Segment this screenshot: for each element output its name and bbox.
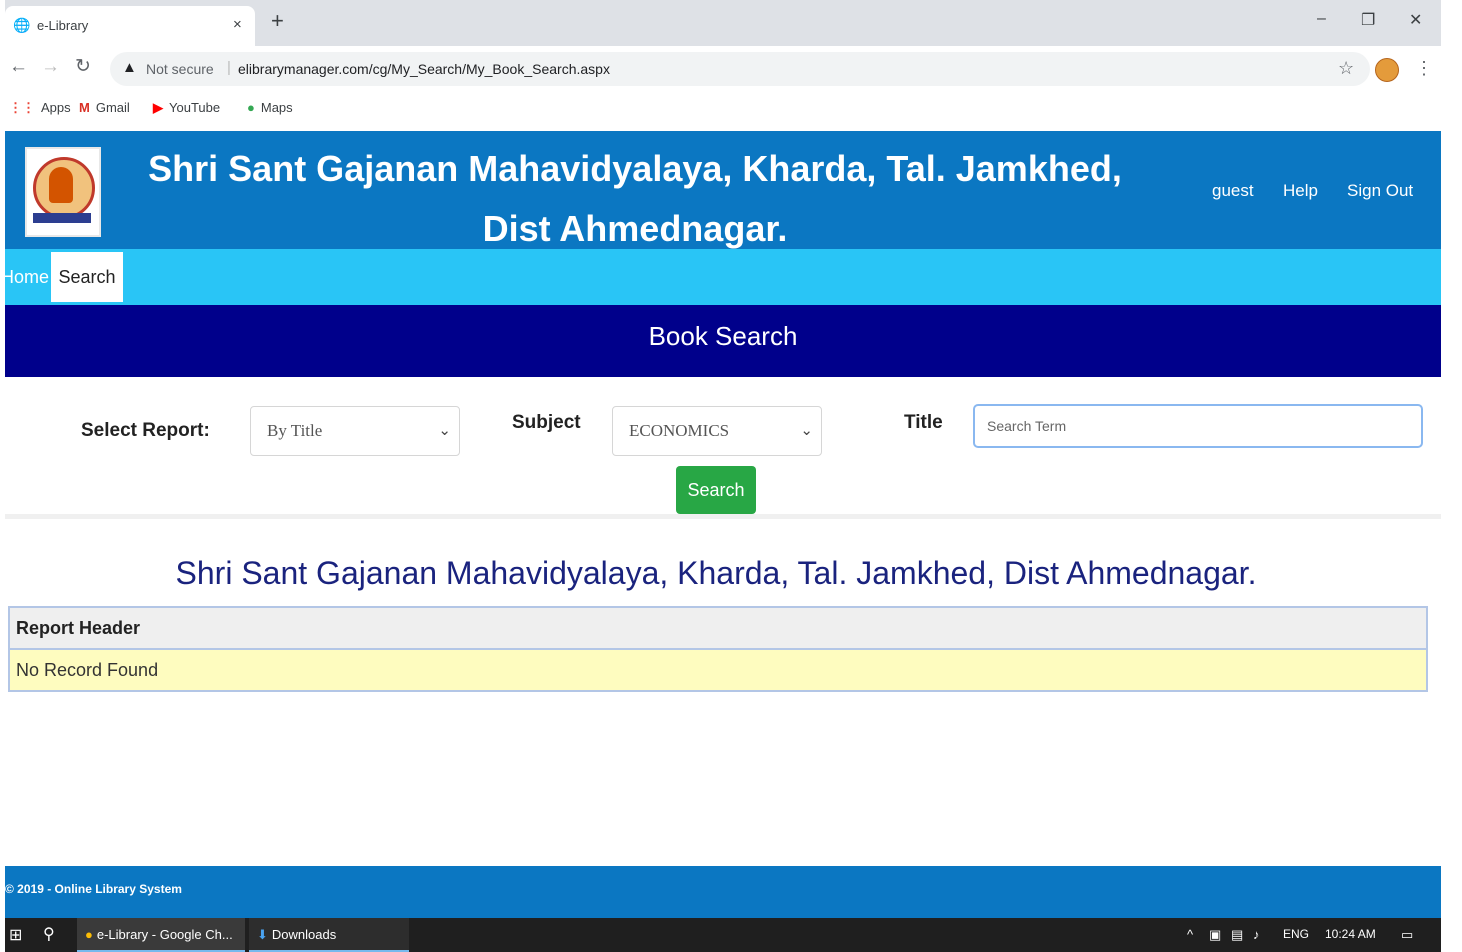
not-secure-label: Not secure bbox=[146, 61, 214, 77]
browser-toolbar: ← → ↻ ▲ Not secure | elibrarymanager.com… bbox=[5, 46, 1441, 92]
chevron-down-icon: ⌄ bbox=[438, 422, 451, 439]
site-title: Shri Sant Gajanan Mahavidyalaya, Kharda,… bbox=[148, 148, 1122, 249]
browser-window: 🌐 e-Library × + – ❐ ✕ ← → ↻ ▲ Not secure… bbox=[5, 0, 1441, 952]
page-heading-bar: Book Search bbox=[5, 305, 1441, 377]
report-table: Report Header No Record Found bbox=[8, 606, 1428, 692]
new-tab-button[interactable]: + bbox=[271, 10, 284, 32]
apps-grid-icon: ⋮⋮ bbox=[9, 100, 35, 115]
search-term-input[interactable] bbox=[973, 404, 1423, 448]
minimize-button[interactable]: – bbox=[1317, 10, 1326, 28]
browser-tab[interactable]: 🌐 e-Library × bbox=[5, 6, 255, 46]
select-report-dropdown[interactable]: By Title ⌄ bbox=[250, 406, 460, 456]
forward-arrow-icon[interactable]: → bbox=[41, 57, 60, 77]
bookmarks-bar: ⋮⋮ Apps M Gmail ▶ YouTube ● Maps bbox=[5, 92, 1441, 124]
bookmark-apps[interactable]: ⋮⋮ Apps bbox=[9, 100, 71, 116]
tab-title: e-Library bbox=[37, 18, 89, 33]
separator: | bbox=[227, 59, 231, 76]
windows-taskbar: ⊞ ⚲ ● e-Library - Google Ch... ⬇ Downloads… bbox=[5, 918, 1441, 952]
bookmark-gmail[interactable]: M Gmail bbox=[79, 100, 130, 115]
guest-link[interactable]: guest bbox=[1212, 181, 1254, 201]
download-arrow-icon: ⬇ bbox=[257, 927, 268, 942]
close-window-button[interactable]: ✕ bbox=[1409, 10, 1422, 30]
tab-close-icon[interactable]: × bbox=[233, 16, 242, 33]
college-logo bbox=[25, 147, 101, 237]
report-header: Report Header bbox=[10, 608, 1426, 650]
volume-icon[interactable]: ♪ bbox=[1253, 927, 1260, 942]
help-link[interactable]: Help bbox=[1283, 181, 1318, 201]
gmail-icon: M bbox=[79, 100, 90, 115]
bookmark-maps[interactable]: ● Maps bbox=[247, 100, 293, 115]
title-label: Title bbox=[904, 412, 943, 433]
select-report-value: By Title bbox=[267, 421, 323, 440]
site-header: Shri Sant Gajanan Mahavidyalaya, Kharda,… bbox=[5, 131, 1441, 249]
site-footer: © 2019 - Online Library System bbox=[5, 866, 1441, 918]
subject-value: ECONOMICS bbox=[629, 421, 730, 440]
maps-pin-icon: ● bbox=[247, 100, 255, 115]
footer-copyright: © 2019 - Online Library System bbox=[5, 882, 182, 896]
section-divider bbox=[5, 514, 1441, 519]
youtube-icon: ▶ bbox=[153, 100, 163, 115]
bookmark-star-icon[interactable]: ☆ bbox=[1338, 58, 1354, 79]
tray-app-icon[interactable]: ▣ bbox=[1209, 927, 1221, 943]
search-button[interactable]: Search bbox=[676, 466, 756, 514]
main-menu: Home Search bbox=[5, 249, 1441, 305]
sign-out-link[interactable]: Sign Out bbox=[1347, 181, 1413, 201]
tray-chevron-up-icon[interactable]: ^ bbox=[1187, 927, 1193, 942]
menu-item-search[interactable]: Search bbox=[51, 252, 123, 302]
reload-icon[interactable]: ↻ bbox=[75, 57, 91, 77]
search-icon[interactable]: ⚲ bbox=[43, 924, 55, 944]
subject-label: Subject bbox=[512, 412, 581, 433]
select-report-label: Select Report: bbox=[81, 420, 210, 441]
windows-start-icon[interactable]: ⊞ bbox=[9, 925, 22, 945]
language-indicator[interactable]: ENG bbox=[1283, 927, 1309, 941]
url-text[interactable]: elibrarymanager.com/cg/My_Search/My_Book… bbox=[238, 61, 610, 77]
logo-banner bbox=[33, 213, 91, 223]
globe-icon: 🌐 bbox=[13, 17, 31, 33]
taskbar-chrome-item[interactable]: ● e-Library - Google Ch... bbox=[77, 918, 245, 952]
notification-icon[interactable]: ▭ bbox=[1401, 927, 1413, 943]
taskbar-downloads-item[interactable]: ⬇ Downloads bbox=[249, 918, 409, 952]
address-bar[interactable]: ▲ Not secure | elibrarymanager.com/cg/My… bbox=[110, 52, 1370, 86]
chrome-icon: ● bbox=[85, 927, 93, 942]
bookmark-youtube[interactable]: ▶ YouTube bbox=[153, 100, 220, 116]
warning-icon: ▲ bbox=[122, 59, 137, 76]
logo-figure bbox=[49, 167, 73, 203]
back-arrow-icon[interactable]: ← bbox=[9, 57, 28, 77]
menu-item-home[interactable]: Home bbox=[5, 267, 49, 288]
restore-button[interactable]: ❐ bbox=[1361, 10, 1375, 30]
no-record-row: No Record Found bbox=[10, 650, 1426, 690]
report-title: Shri Sant Gajanan Mahavidyalaya, Kharda,… bbox=[175, 555, 1257, 591]
clock[interactable]: 10:24 AM bbox=[1325, 927, 1376, 941]
profile-avatar[interactable] bbox=[1375, 58, 1399, 82]
page-title: Book Search bbox=[648, 321, 798, 351]
chevron-down-icon: ⌄ bbox=[800, 422, 813, 439]
subject-dropdown[interactable]: ECONOMICS ⌄ bbox=[612, 406, 822, 456]
network-icon[interactable]: ▤ bbox=[1231, 927, 1243, 943]
tab-strip: 🌐 e-Library × + – ❐ ✕ bbox=[5, 0, 1441, 46]
menu-kebab-icon[interactable]: ⋮ bbox=[1415, 58, 1433, 79]
